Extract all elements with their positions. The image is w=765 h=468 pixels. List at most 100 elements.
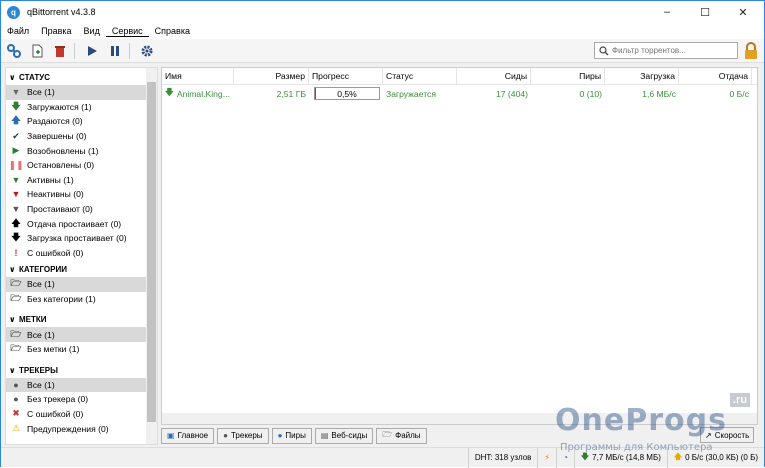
tab-files[interactable]: 🗁Файлы bbox=[376, 428, 426, 444]
tab-general[interactable]: ▣Главное bbox=[161, 428, 214, 444]
column-upload-speed[interactable]: Отдача bbox=[679, 68, 752, 85]
column-peers[interactable]: Пиры bbox=[531, 68, 605, 85]
speed-label: Скорость bbox=[715, 431, 750, 440]
tag-item-untagged[interactable]: 🗁Без метки (1) bbox=[6, 342, 146, 357]
filter-icon: ▼ bbox=[10, 175, 22, 185]
chevron-down-icon: ∨ bbox=[9, 315, 19, 324]
category-item-all[interactable]: 🗁Все (1) bbox=[6, 277, 146, 292]
tracker-item-all[interactable]: ●Все (1) bbox=[6, 378, 146, 393]
pause-icon: ❚❚ bbox=[10, 160, 22, 170]
horizontal-scrollbar[interactable] bbox=[162, 413, 757, 424]
status-item-label: Загрузка простаивает (0) bbox=[27, 233, 127, 243]
add-torrent-file-button[interactable] bbox=[27, 41, 47, 61]
tab-label: Пиры bbox=[285, 431, 305, 440]
menu-view[interactable]: Вид bbox=[78, 26, 106, 36]
trash-icon bbox=[53, 44, 67, 58]
status-item-all[interactable]: ▼Все (1) bbox=[6, 85, 146, 100]
status-item-label: С ошибкой (0) bbox=[27, 248, 83, 258]
menu-edit[interactable]: Правка bbox=[35, 26, 77, 36]
download-speed-status[interactable]: 🡇7,7 МБ/с (14,8 МБ) bbox=[574, 448, 667, 468]
sidebar-scroll-thumb[interactable] bbox=[147, 82, 156, 422]
status-item-resumed[interactable]: ▶Возобновлены (1) bbox=[6, 143, 146, 158]
column-progress[interactable]: Прогресс bbox=[309, 68, 383, 85]
folder-icon: 🗁 bbox=[10, 279, 22, 289]
status-item-label: Неактивны (0) bbox=[27, 189, 84, 199]
add-torrent-link-button[interactable] bbox=[4, 41, 24, 61]
error-circle-icon: ✖ bbox=[10, 409, 22, 419]
column-name[interactable]: Имя bbox=[162, 68, 234, 85]
torrent-download-speed: 1,6 МБ/с bbox=[605, 85, 679, 102]
status-item-label: Активны (1) bbox=[27, 175, 74, 185]
tag-item-all[interactable]: 🗁Все (1) bbox=[6, 327, 146, 342]
table-row[interactable]: 🡇Animal.King... 2,51 ГБ 0,5% Загружается… bbox=[162, 85, 757, 102]
pause-button[interactable] bbox=[105, 41, 125, 61]
delete-torrent-button[interactable] bbox=[50, 41, 70, 61]
status-item-errored[interactable]: !С ошибкой (0) bbox=[6, 246, 146, 261]
tracker-item-error[interactable]: ✖ С ошибкой (0) bbox=[6, 407, 146, 422]
status-item-stalled[interactable]: ▼Простаивают (0) bbox=[6, 202, 146, 217]
column-seeds[interactable]: Сиды bbox=[457, 68, 531, 85]
window-title: qBittorrent v4.3.8 bbox=[27, 7, 96, 17]
progress-bar: 0,5% bbox=[314, 87, 380, 100]
tracker-item-trackerless[interactable]: ●Без трекера (0) bbox=[6, 392, 146, 407]
filter-icon: ▼ bbox=[10, 189, 22, 199]
status-item-completed[interactable]: ✔Завершены (0) bbox=[6, 129, 146, 144]
minimize-button[interactable]: – bbox=[648, 1, 686, 23]
resume-button[interactable] bbox=[82, 41, 102, 61]
search-icon bbox=[599, 46, 609, 56]
speed-limit-toggle-icon[interactable]: ◔ bbox=[556, 448, 574, 468]
options-button[interactable] bbox=[137, 41, 157, 61]
status-item-label: Отдача простаивает (0) bbox=[27, 219, 121, 229]
column-size[interactable]: Размер bbox=[234, 68, 309, 85]
category-item-uncategorized[interactable]: 🗁Без категории (1) bbox=[6, 292, 146, 307]
menu-help[interactable]: Справка bbox=[149, 26, 196, 36]
tracker-item-label: Без трекера (0) bbox=[27, 394, 88, 404]
tracker-icon: ● bbox=[223, 431, 228, 440]
status-item-active[interactable]: ▼ Активны (1) bbox=[6, 173, 146, 188]
status-item-downloading[interactable]: 🡇Загружаются (1) bbox=[6, 100, 146, 115]
menu-tools[interactable]: Сервис bbox=[106, 26, 149, 37]
torrent-filter-box[interactable] bbox=[594, 42, 738, 59]
upload-arrow-icon: 🡅 bbox=[10, 219, 22, 229]
status-item-stalled-uploading[interactable]: 🡅 Отдача простаивает (0) bbox=[6, 216, 146, 231]
tab-peers[interactable]: ●Пиры bbox=[272, 428, 312, 444]
tracker-item-label: С ошибкой (0) bbox=[27, 409, 83, 419]
file-add-icon bbox=[30, 44, 44, 58]
tab-web-seeds[interactable]: ▤Веб-сиды bbox=[315, 428, 373, 444]
torrent-size: 2,51 ГБ bbox=[234, 85, 309, 102]
tags-section-header[interactable]: ∨МЕТКИ bbox=[6, 312, 157, 327]
sidebar: ∨СТАТУС ▼Все (1) 🡇Загружаются (1) 🡅Разда… bbox=[5, 67, 158, 445]
torrent-name-cell: 🡇Animal.King... bbox=[162, 85, 234, 102]
categories-heading: КАТЕГОРИИ bbox=[19, 265, 67, 274]
speed-tab-button[interactable]: ↗Скорость bbox=[700, 427, 754, 443]
tab-trackers[interactable]: ●Трекеры bbox=[217, 428, 268, 444]
status-item-inactive[interactable]: ▼ Неактивны (0) bbox=[6, 187, 146, 202]
status-section-header[interactable]: ∨СТАТУС bbox=[6, 70, 157, 85]
close-button[interactable]: ✕ bbox=[724, 1, 762, 23]
status-item-paused[interactable]: ❚❚Остановлены (0) bbox=[6, 158, 146, 173]
status-item-seeding[interactable]: 🡅Раздаются (0) bbox=[6, 114, 146, 129]
menu-file[interactable]: Файл bbox=[1, 26, 35, 36]
peers-icon: ● bbox=[278, 431, 283, 440]
folder-icon: 🗁 bbox=[10, 344, 22, 354]
tab-label: Веб-сиды bbox=[331, 431, 367, 440]
chevron-down-icon: ∨ bbox=[9, 366, 19, 375]
maximize-button[interactable]: ☐ bbox=[686, 1, 724, 23]
connection-status-icon[interactable]: ⚡ bbox=[537, 448, 556, 468]
status-item-stalled-downloading[interactable]: 🡇Загрузка простаивает (0) bbox=[6, 231, 146, 246]
link-icon bbox=[7, 44, 21, 58]
column-status[interactable]: Статус bbox=[383, 68, 457, 85]
torrent-upload-speed: 0 Б/с bbox=[679, 85, 752, 102]
qbittorrent-logo-icon: q bbox=[7, 6, 20, 19]
torrent-filter-input[interactable] bbox=[612, 46, 732, 55]
upload-speed-status[interactable]: 🡅0 Б/с (30,0 КБ) (0 Б) bbox=[667, 448, 764, 468]
sidebar-scrollbar[interactable] bbox=[146, 68, 157, 444]
categories-section-header[interactable]: ∨КАТЕГОРИИ bbox=[6, 262, 157, 277]
trackers-section-header[interactable]: ∨ТРЕКЕРЫ bbox=[6, 363, 157, 378]
tab-label: Файлы bbox=[395, 431, 420, 440]
column-download-speed[interactable]: Загрузка bbox=[605, 68, 679, 85]
tracker-item-warning[interactable]: ⚠Предупреждения (0) bbox=[6, 421, 146, 436]
progress-text: 0,5% bbox=[337, 89, 357, 99]
status-item-label: Возобновлены (1) bbox=[27, 146, 98, 156]
lock-icon[interactable] bbox=[743, 41, 759, 61]
